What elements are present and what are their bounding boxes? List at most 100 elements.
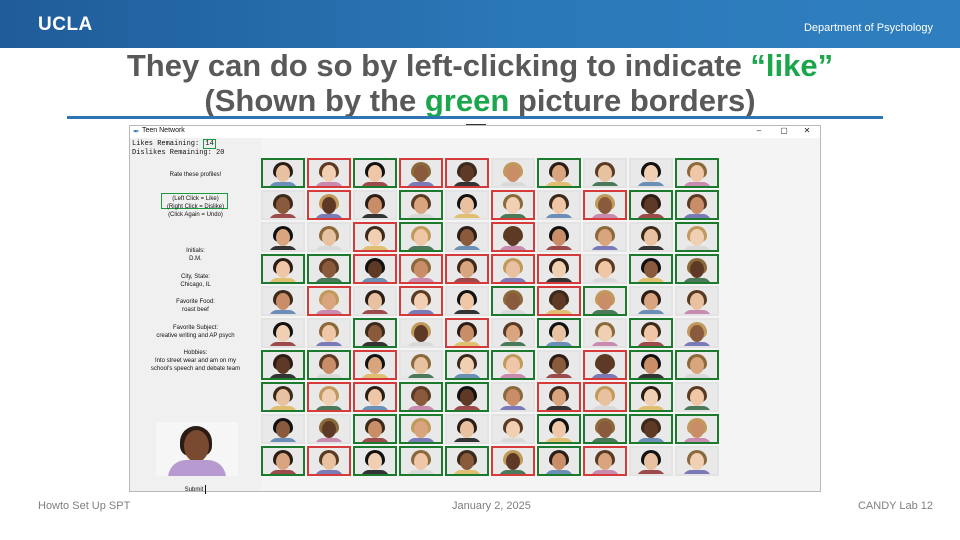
profile-tile[interactable] <box>399 350 443 380</box>
profile-tile[interactable] <box>307 158 351 188</box>
profile-tile[interactable] <box>399 286 443 316</box>
profile-tile[interactable] <box>629 286 673 316</box>
profile-tile[interactable] <box>491 318 535 348</box>
profile-tile[interactable] <box>675 190 719 220</box>
close-button[interactable]: ✕ <box>800 126 814 135</box>
profile-tile[interactable] <box>445 318 489 348</box>
profile-tile[interactable] <box>353 414 397 444</box>
profile-tile[interactable] <box>583 222 627 252</box>
profile-tile[interactable] <box>583 286 627 316</box>
profile-tile[interactable] <box>261 158 305 188</box>
profile-tile[interactable] <box>537 414 581 444</box>
profile-tile[interactable] <box>445 350 489 380</box>
profile-tile[interactable] <box>537 158 581 188</box>
profile-tile[interactable] <box>491 190 535 220</box>
profile-tile[interactable] <box>307 350 351 380</box>
profile-tile[interactable] <box>261 318 305 348</box>
profile-tile[interactable] <box>583 350 627 380</box>
profile-tile[interactable] <box>491 286 535 316</box>
profile-tile[interactable] <box>629 190 673 220</box>
profile-tile[interactable] <box>491 158 535 188</box>
profile-tile[interactable] <box>491 446 535 476</box>
profile-tile[interactable] <box>353 190 397 220</box>
window-titlebar[interactable]: ✒ Teen Network – ▢ ✕ <box>130 126 820 138</box>
profile-tile[interactable] <box>583 158 627 188</box>
profile-tile[interactable] <box>629 350 673 380</box>
profile-tile[interactable] <box>629 318 673 348</box>
profile-tile[interactable] <box>353 222 397 252</box>
profile-tile[interactable] <box>445 446 489 476</box>
profile-tile[interactable] <box>583 446 627 476</box>
profile-tile[interactable] <box>491 382 535 412</box>
profile-tile[interactable] <box>629 446 673 476</box>
profile-tile[interactable] <box>583 254 627 284</box>
profile-tile[interactable] <box>261 382 305 412</box>
profile-tile[interactable] <box>399 254 443 284</box>
profile-tile[interactable] <box>675 254 719 284</box>
profile-tile[interactable] <box>675 446 719 476</box>
profile-tile[interactable] <box>353 350 397 380</box>
profile-tile[interactable] <box>261 286 305 316</box>
profile-tile[interactable] <box>629 414 673 444</box>
profile-tile[interactable] <box>445 158 489 188</box>
profile-tile[interactable] <box>307 254 351 284</box>
profile-tile[interactable] <box>399 446 443 476</box>
profile-tile[interactable] <box>445 190 489 220</box>
profile-tile[interactable] <box>353 382 397 412</box>
profile-tile[interactable] <box>307 190 351 220</box>
profile-tile[interactable] <box>307 318 351 348</box>
profile-tile[interactable] <box>537 382 581 412</box>
submit-button[interactable]: Submit <box>130 485 261 494</box>
minimize-button[interactable]: – <box>752 126 766 135</box>
profile-tile[interactable] <box>629 254 673 284</box>
profile-tile[interactable] <box>675 414 719 444</box>
profile-tile[interactable] <box>537 286 581 316</box>
profile-tile[interactable] <box>583 318 627 348</box>
profile-tile[interactable] <box>399 382 443 412</box>
profile-tile[interactable] <box>353 446 397 476</box>
profile-tile[interactable] <box>583 414 627 444</box>
profile-tile[interactable] <box>491 414 535 444</box>
profile-tile[interactable] <box>261 190 305 220</box>
maximize-button[interactable]: ▢ <box>777 126 791 135</box>
profile-tile[interactable] <box>675 382 719 412</box>
profile-tile[interactable] <box>675 222 719 252</box>
profile-tile[interactable] <box>583 190 627 220</box>
profile-tile[interactable] <box>491 222 535 252</box>
profile-tile[interactable] <box>629 222 673 252</box>
profile-tile[interactable] <box>445 222 489 252</box>
profile-tile[interactable] <box>537 222 581 252</box>
profile-tile[interactable] <box>583 382 627 412</box>
profile-tile[interactable] <box>491 350 535 380</box>
profile-tile[interactable] <box>399 318 443 348</box>
profile-tile[interactable] <box>537 190 581 220</box>
profile-tile[interactable] <box>261 222 305 252</box>
profile-tile[interactable] <box>399 222 443 252</box>
profile-tile[interactable] <box>307 446 351 476</box>
profile-tile[interactable] <box>537 446 581 476</box>
profile-tile[interactable] <box>537 254 581 284</box>
profile-tile[interactable] <box>491 254 535 284</box>
profile-tile[interactable] <box>307 414 351 444</box>
profile-tile[interactable] <box>445 414 489 444</box>
profile-tile[interactable] <box>675 350 719 380</box>
profile-tile[interactable] <box>445 254 489 284</box>
profile-tile[interactable] <box>675 318 719 348</box>
profile-tile[interactable] <box>261 254 305 284</box>
profile-tile[interactable] <box>399 190 443 220</box>
profile-tile[interactable] <box>307 222 351 252</box>
profile-tile[interactable] <box>261 446 305 476</box>
profile-tile[interactable] <box>537 350 581 380</box>
profile-tile[interactable] <box>675 158 719 188</box>
profile-tile[interactable] <box>445 382 489 412</box>
profile-tile[interactable] <box>353 318 397 348</box>
profile-tile[interactable] <box>353 254 397 284</box>
profile-tile[interactable] <box>537 318 581 348</box>
profile-tile[interactable] <box>675 286 719 316</box>
profile-tile[interactable] <box>307 382 351 412</box>
profile-tile[interactable] <box>629 158 673 188</box>
profile-tile[interactable] <box>353 158 397 188</box>
profile-tile[interactable] <box>307 286 351 316</box>
profile-tile[interactable] <box>399 414 443 444</box>
profile-tile[interactable] <box>261 414 305 444</box>
